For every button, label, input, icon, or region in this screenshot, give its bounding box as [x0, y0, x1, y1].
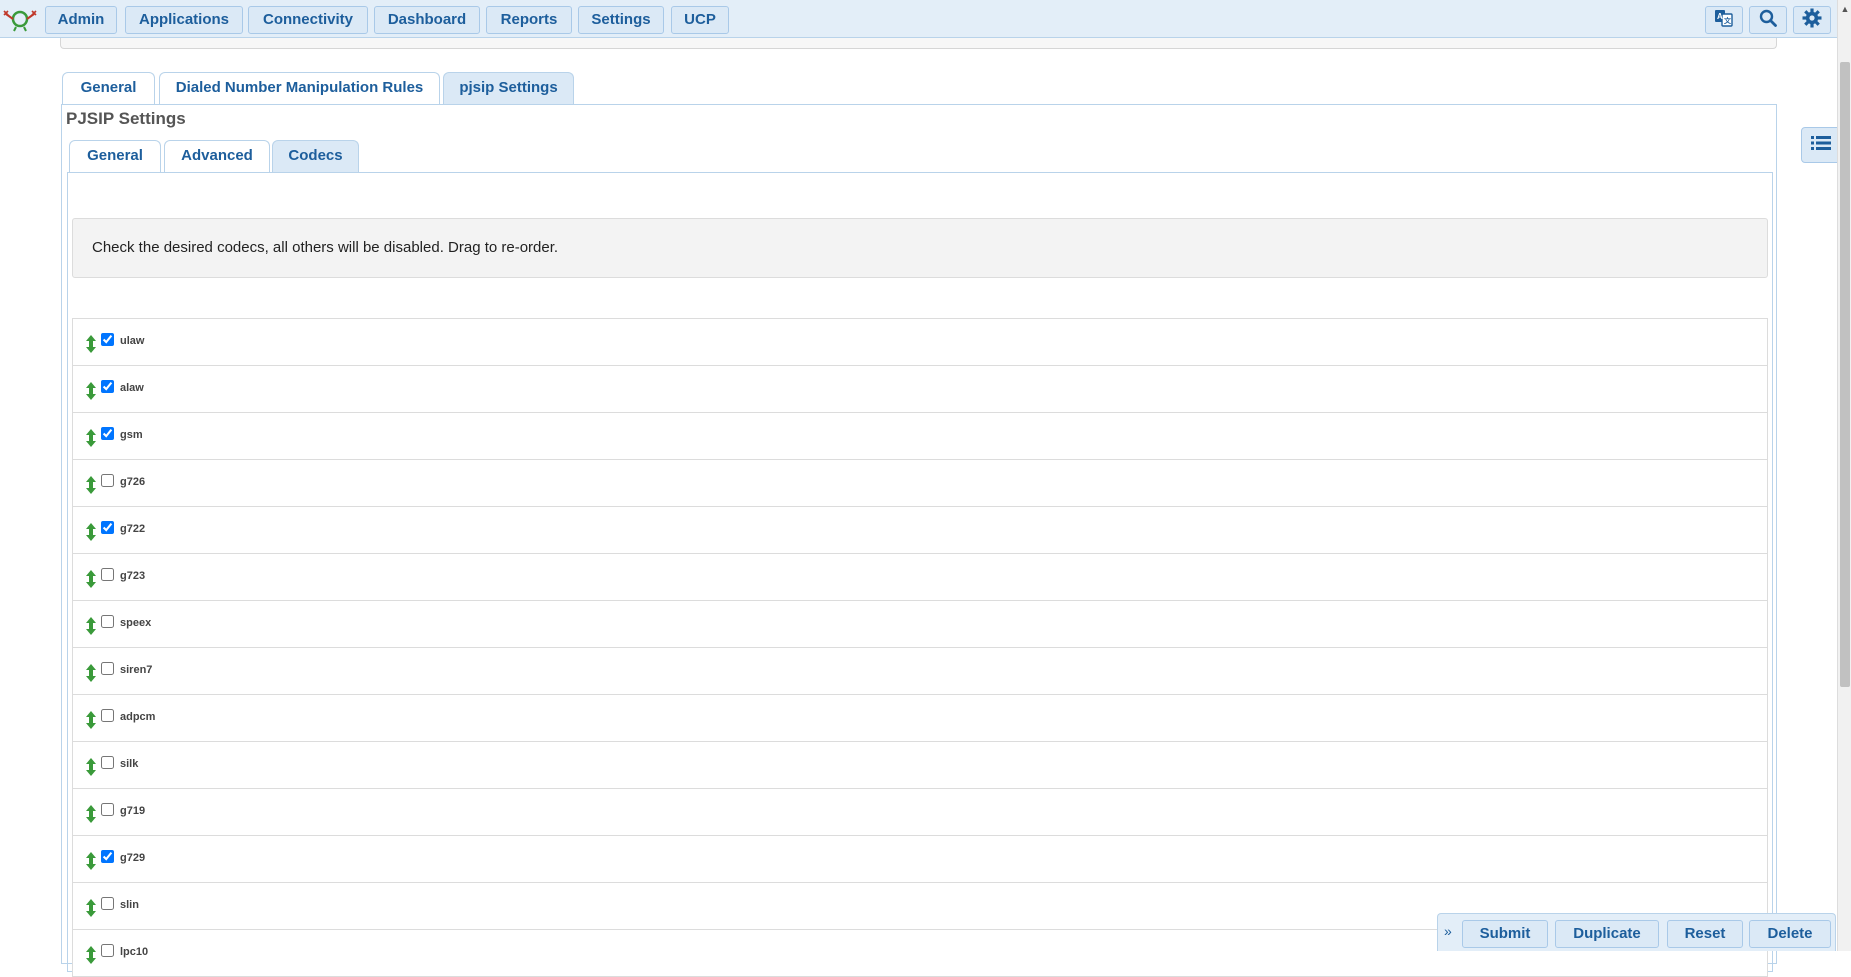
nav-ucp[interactable]: UCP — [671, 6, 729, 34]
tab-pjsip-advanced[interactable]: Advanced — [164, 140, 270, 172]
codec-checkbox[interactable] — [101, 568, 114, 581]
codec-list: ulaw alaw gsm g726 g722 g723 speex siren7 adpcm s… — [72, 318, 1768, 977]
svg-text:A: A — [1717, 12, 1723, 21]
submit-button[interactable]: Submit — [1462, 920, 1548, 948]
codec-label: g719 — [120, 805, 146, 817]
language-button[interactable]: A 文 — [1705, 6, 1743, 34]
codec-checkbox[interactable] — [101, 333, 114, 346]
drag-handle-icon[interactable] — [85, 523, 97, 541]
section-title: PJSIP Settings — [66, 109, 186, 128]
side-panel-toggle[interactable] — [1801, 127, 1841, 163]
drag-handle-icon[interactable] — [85, 805, 97, 823]
collapse-actions-icon[interactable]: » — [1444, 923, 1452, 939]
codec-checkbox[interactable] — [101, 521, 114, 534]
codec-row[interactable]: g726 — [72, 460, 1768, 507]
codec-row[interactable]: speex — [72, 601, 1768, 648]
scroll-up-arrow-icon[interactable]: ▲ — [1840, 4, 1850, 14]
drag-handle-icon[interactable] — [85, 946, 97, 964]
codec-checkbox[interactable] — [101, 662, 114, 675]
drag-handle-icon[interactable] — [85, 570, 97, 588]
codec-row[interactable]: g719 — [72, 789, 1768, 836]
tab-dialed-number-manipulation-rules[interactable]: Dialed Number Manipulation Rules — [159, 72, 440, 104]
delete-button[interactable]: Delete — [1749, 920, 1831, 948]
drag-handle-icon[interactable] — [85, 711, 97, 729]
codec-row[interactable]: g729 — [72, 836, 1768, 883]
codec-label: alaw — [120, 382, 144, 394]
tab-general[interactable]: General — [62, 72, 155, 104]
codec-label: slin — [120, 899, 139, 911]
list-icon — [1810, 134, 1832, 157]
codecs-help-text: Check the desired codecs, all others wil… — [72, 218, 1768, 278]
language-icon: A 文 — [1714, 9, 1734, 32]
codec-checkbox[interactable] — [101, 709, 114, 722]
drag-handle-icon[interactable] — [85, 758, 97, 776]
codec-checkbox[interactable] — [101, 756, 114, 769]
codec-label: g722 — [120, 523, 146, 535]
page-scrollbar[interactable]: ▲ — [1837, 0, 1851, 951]
nav-applications[interactable]: Applications — [125, 6, 243, 34]
search-icon — [1759, 9, 1777, 32]
nav-settings[interactable]: Settings — [578, 6, 664, 34]
settings-button[interactable] — [1793, 6, 1831, 34]
codec-label: ulaw — [120, 335, 145, 347]
reset-button[interactable]: Reset — [1667, 920, 1743, 948]
drag-handle-icon[interactable] — [85, 852, 97, 870]
codec-label: g726 — [120, 476, 146, 488]
codec-row[interactable]: silk — [72, 742, 1768, 789]
duplicate-button[interactable]: Duplicate — [1555, 920, 1659, 948]
codec-row[interactable]: g722 — [72, 507, 1768, 554]
top-nav-bar: Admin Applications Connectivity Dashboar… — [0, 0, 1837, 38]
codec-checkbox[interactable] — [101, 427, 114, 440]
tab-pjsip-settings[interactable]: pjsip Settings — [443, 72, 574, 104]
freepbx-logo-icon[interactable] — [2, 6, 38, 32]
codec-row[interactable]: gsm — [72, 413, 1768, 460]
codec-checkbox[interactable] — [101, 897, 114, 910]
scrollbar-thumb[interactable] — [1840, 62, 1850, 687]
codec-row[interactable]: adpcm — [72, 695, 1768, 742]
codec-row[interactable]: ulaw — [72, 319, 1768, 366]
drag-handle-icon[interactable] — [85, 617, 97, 635]
codec-checkbox[interactable] — [101, 850, 114, 863]
drag-handle-icon[interactable] — [85, 664, 97, 682]
codec-checkbox[interactable] — [101, 474, 114, 487]
drag-handle-icon[interactable] — [85, 476, 97, 494]
codec-label: g729 — [120, 852, 146, 864]
drag-handle-icon[interactable] — [85, 382, 97, 400]
codec-label: adpcm — [120, 711, 156, 723]
drag-handle-icon[interactable] — [85, 335, 97, 353]
drag-handle-icon[interactable] — [85, 899, 97, 917]
codec-row[interactable]: siren7 — [72, 648, 1768, 695]
codec-checkbox[interactable] — [101, 803, 114, 816]
codec-label: silk — [120, 758, 139, 770]
gear-icon — [1802, 8, 1822, 33]
header-panel-edge — [60, 38, 1777, 49]
tab-pjsip-general[interactable]: General — [69, 140, 161, 172]
tab-pjsip-codecs[interactable]: Codecs — [272, 140, 359, 172]
svg-text:文: 文 — [1724, 16, 1732, 25]
codec-row[interactable]: alaw — [72, 366, 1768, 413]
nav-admin[interactable]: Admin — [45, 6, 117, 34]
nav-dashboard[interactable]: Dashboard — [374, 6, 480, 34]
drag-handle-icon[interactable] — [85, 429, 97, 447]
codec-row[interactable]: g723 — [72, 554, 1768, 601]
search-button[interactable] — [1749, 6, 1787, 34]
codec-label: lpc10 — [120, 946, 149, 958]
action-bar: » Submit Duplicate Reset Delete — [1437, 913, 1836, 951]
nav-reports[interactable]: Reports — [486, 6, 572, 34]
codec-label: gsm — [120, 429, 143, 441]
codec-label: g723 — [120, 570, 146, 582]
nav-connectivity[interactable]: Connectivity — [248, 6, 368, 34]
codec-checkbox[interactable] — [101, 380, 114, 393]
codec-label: speex — [120, 617, 152, 629]
codec-checkbox[interactable] — [101, 615, 114, 628]
codec-label: siren7 — [120, 664, 153, 676]
